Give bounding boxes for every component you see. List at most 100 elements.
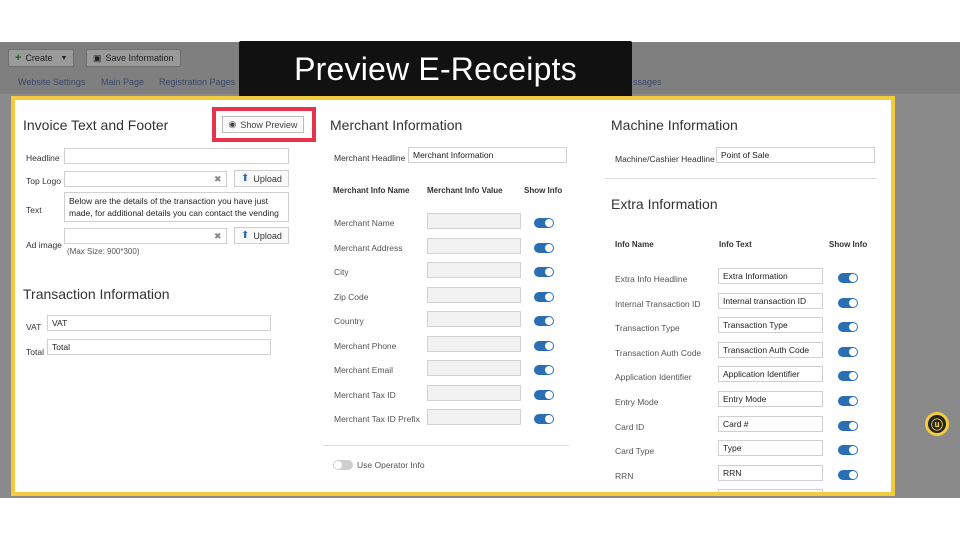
extra-row-label: RRN [615, 471, 634, 481]
transaction-section-title: Transaction Information [23, 286, 170, 302]
tab-messages[interactable]: ssages [633, 77, 662, 87]
merchant-section-title: Merchant Information [330, 117, 463, 133]
extra-row-input[interactable]: Transaction Type [718, 317, 823, 333]
top-logo-input[interactable] [64, 171, 227, 187]
extra-row-label: Internal Transaction ID [615, 299, 701, 309]
merchant-row-toggle[interactable] [534, 390, 554, 400]
merchant-row-toggle[interactable] [534, 267, 554, 277]
ad-image-label: Ad image [26, 240, 62, 250]
divider [605, 178, 877, 179]
merchant-row-label: Merchant Email [334, 365, 394, 375]
merchant-row-input[interactable] [427, 360, 521, 376]
headline-label: Headline [26, 153, 60, 163]
extra-col-show: Show Info [829, 240, 868, 249]
tab-website-settings[interactable]: Website Settings [18, 77, 85, 87]
extra-row-toggle[interactable] [838, 396, 858, 406]
machine-section-title: Machine Information [611, 117, 738, 133]
clear-icon[interactable]: ✖ [214, 231, 222, 242]
merchant-row-input[interactable] [427, 287, 521, 303]
extra-row-toggle[interactable] [838, 371, 858, 381]
extra-row-label: Entry Mode [615, 397, 659, 407]
extra-row-input[interactable]: Card # [718, 416, 823, 432]
text-textarea[interactable]: Below are the details of the transaction… [64, 192, 289, 222]
eye-icon: ◉ [228, 119, 237, 129]
upload-label: Upload [253, 173, 282, 184]
create-label: Create [25, 53, 53, 63]
merchant-row-toggle[interactable] [534, 243, 554, 253]
extra-row-input[interactable]: RRN [718, 465, 823, 481]
merchant-row-label: Merchant Name [334, 218, 395, 228]
ad-image-input[interactable] [64, 228, 227, 244]
merchant-row-input[interactable] [427, 262, 521, 278]
merchant-row-toggle[interactable] [534, 414, 554, 424]
merchant-row-label: Merchant Address [334, 243, 403, 253]
create-button[interactable]: + Create ▼ [8, 49, 75, 67]
save-label: Save Information [105, 53, 174, 63]
extra-row-input[interactable]: Application Identifier [718, 366, 823, 382]
scrollbar[interactable] [942, 96, 960, 496]
merchant-row-toggle[interactable] [534, 292, 554, 302]
merchant-row-label: Country [334, 316, 364, 326]
extra-row-label: Transaction Auth Code [615, 348, 702, 358]
vat-label: VAT [26, 322, 42, 332]
divider [323, 445, 569, 446]
save-icon: ▣ [93, 52, 102, 63]
total-input[interactable]: Total [47, 339, 271, 355]
extra-row-label: Transaction Type [615, 323, 680, 333]
merchant-headline-label: Merchant Headline [334, 153, 406, 163]
top-logo-upload-button[interactable]: ⬆ Upload [234, 170, 289, 187]
merchant-row-label: Merchant Tax ID [334, 390, 396, 400]
operator-toggle[interactable] [333, 460, 353, 470]
extra-row-toggle[interactable] [838, 322, 858, 332]
top-logo-label: Top Logo [26, 176, 61, 186]
text-label: Text [26, 205, 42, 215]
tab-main-page[interactable]: Main Page [101, 77, 144, 87]
extra-row-input[interactable]: Transaction Auth Code [718, 342, 823, 358]
extra-row-toggle[interactable] [838, 298, 858, 308]
machine-headline-input[interactable]: Point of Sale [716, 147, 875, 163]
merchant-row-toggle[interactable] [534, 316, 554, 326]
merchant-row-input[interactable] [427, 385, 521, 401]
clear-icon[interactable]: ✖ [214, 174, 222, 185]
headline-input[interactable] [64, 148, 289, 164]
help-icon[interactable]: ⓤ [925, 412, 949, 436]
extra-row-label: Extra Info Headline [615, 274, 688, 284]
merchant-headline-input[interactable]: Merchant Information [408, 147, 567, 163]
total-label: Total [26, 347, 44, 357]
settings-panel: Invoice Text and Footer ◉ Show Preview H… [11, 96, 895, 496]
show-preview-button[interactable]: ◉ Show Preview [222, 116, 304, 133]
merchant-row-toggle[interactable] [534, 218, 554, 228]
merchant-row-input[interactable] [427, 238, 521, 254]
ad-image-upload-button[interactable]: ⬆ Upload [234, 227, 289, 244]
merchant-row-input[interactable] [427, 311, 521, 327]
chevron-down-icon: ▼ [60, 54, 68, 62]
extra-row-input[interactable]: Extra Information [718, 268, 823, 284]
tab-registration-pages[interactable]: Registration Pages [159, 77, 235, 87]
extra-row-label: Card Type [615, 446, 655, 456]
extra-row-toggle[interactable] [838, 494, 858, 496]
vat-input[interactable]: VAT [47, 315, 271, 331]
merchant-col-show: Show Info [524, 186, 563, 195]
extra-row-toggle[interactable] [838, 470, 858, 480]
extra-col-name: Info Name [615, 240, 654, 249]
extra-row-toggle[interactable] [838, 421, 858, 431]
merchant-row-input[interactable] [427, 409, 521, 425]
merchant-row-label: Zip Code [334, 292, 369, 302]
save-button[interactable]: ▣ Save Information [86, 49, 181, 67]
plus-icon: + [15, 52, 22, 64]
merchant-row-input[interactable] [427, 336, 521, 352]
extra-row-input[interactable]: Internal transaction ID [718, 293, 823, 309]
merchant-row-toggle[interactable] [534, 365, 554, 375]
merchant-row-label: Merchant Tax ID Prefix [334, 414, 420, 424]
merchant-row-input[interactable] [427, 213, 521, 229]
extra-row-input[interactable]: Entry Mode [718, 391, 823, 407]
extra-row-toggle[interactable] [838, 445, 858, 455]
extra-col-text: Info Text [719, 240, 752, 249]
merchant-row-toggle[interactable] [534, 341, 554, 351]
operator-label: Use Operator Info [357, 460, 425, 470]
extra-row-label: Currency [615, 495, 649, 496]
extra-row-input[interactable]: Type [718, 440, 823, 456]
extra-row-input[interactable]: Currency [718, 489, 823, 492]
extra-row-toggle[interactable] [838, 347, 858, 357]
extra-row-toggle[interactable] [838, 273, 858, 283]
